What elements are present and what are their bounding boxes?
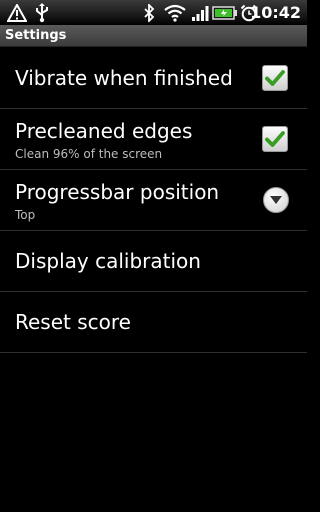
setting-title: Display calibration: [15, 249, 201, 273]
display-calibration-setting[interactable]: Display calibration: [0, 231, 307, 292]
setting-title: Precleaned edges: [15, 119, 193, 143]
signal-icon: [190, 0, 210, 25]
checkmark-icon: [265, 131, 285, 147]
setting-title: Reset score: [15, 310, 131, 334]
warning-icon: [6, 0, 28, 25]
setting-summary: Top: [15, 208, 36, 222]
setting-title: Progressbar position: [15, 180, 220, 204]
precleaned-edges-setting[interactable]: Precleaned edges Clean 96% of the screen: [0, 109, 307, 170]
vibrate-when-finished-setting[interactable]: Vibrate when finished: [0, 48, 307, 109]
chevron-down-icon: [270, 196, 282, 204]
progressbar-position-setting[interactable]: Progressbar position Top: [0, 170, 307, 231]
page-title: Settings: [5, 28, 67, 43]
setting-summary: Clean 96% of the screen: [15, 147, 163, 161]
battery-icon: [212, 0, 238, 25]
clock-time: 10:42: [250, 3, 301, 22]
usb-icon: [33, 0, 51, 25]
bluetooth-icon: [142, 0, 156, 25]
setting-title: Vibrate when finished: [15, 66, 233, 90]
precleaned-edges-checkbox[interactable]: [262, 126, 288, 152]
settings-list: Vibrate when finished Precleaned edges C…: [0, 48, 307, 353]
vibrate-checkbox[interactable]: [262, 65, 288, 91]
checkmark-icon: [265, 70, 285, 86]
progressbar-position-dropdown[interactable]: [263, 187, 289, 213]
title-bar: Settings: [0, 25, 307, 47]
status-bar: 10:42: [0, 0, 307, 25]
reset-score-setting[interactable]: Reset score: [0, 292, 307, 353]
wifi-icon: [163, 0, 187, 25]
